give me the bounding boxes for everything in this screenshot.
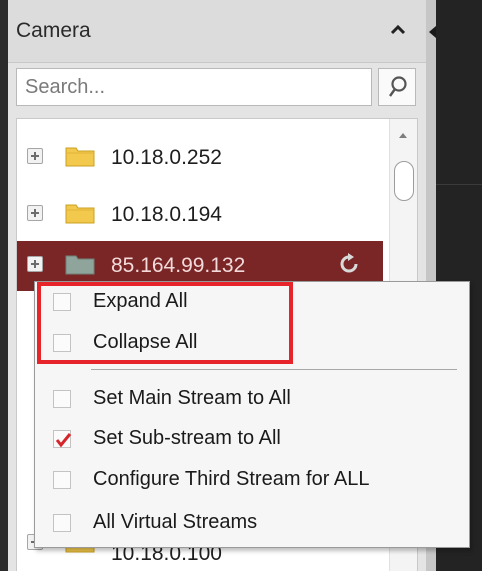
chevron-up-icon[interactable] (384, 16, 412, 44)
tree-item[interactable]: 10.18.0.252 (17, 133, 383, 183)
menu-item-label: Set Main Stream to All (93, 387, 291, 409)
menu-item-set-main-stream[interactable]: Set Main Stream to All (35, 379, 469, 419)
menu-item-label: Configure Third Stream for ALL (93, 468, 370, 490)
search-bar (16, 68, 416, 106)
menu-item-configure-third-stream[interactable]: Configure Third Stream for ALL (35, 460, 469, 500)
expand-icon[interactable] (27, 205, 43, 221)
checkmark-icon (55, 433, 72, 448)
left-frame (0, 0, 8, 571)
folder-icon (65, 147, 95, 167)
menu-item-set-sub-stream[interactable]: Set Sub-stream to All (35, 419, 469, 459)
folder-icon (65, 204, 95, 224)
checkbox[interactable] (53, 430, 72, 448)
tree-item[interactable]: 10.18.0.194 (17, 190, 383, 240)
tree-item-label: 85.164.99.132 (111, 254, 246, 277)
scroll-up-icon[interactable] (399, 133, 407, 138)
expand-icon[interactable] (27, 148, 43, 164)
menu-item-all-virtual-streams[interactable]: All Virtual Streams (35, 503, 469, 543)
collapse-panel-icon[interactable] (429, 26, 436, 38)
highlight-annotation (37, 282, 293, 364)
panel-title: Camera (16, 19, 91, 42)
panel-header: Camera (8, 0, 426, 63)
video-area-divider (436, 184, 482, 185)
tree-item-label: 10.18.0.252 (111, 146, 222, 169)
checkbox[interactable] (53, 471, 71, 489)
menu-separator (91, 369, 457, 370)
folder-icon (65, 255, 95, 275)
search-icon (389, 76, 407, 97)
menu-item-label: Set Sub-stream to All (93, 427, 281, 449)
expand-icon[interactable] (27, 256, 43, 272)
menu-item-label: All Virtual Streams (93, 511, 258, 533)
search-button[interactable] (378, 68, 416, 106)
search-input[interactable] (16, 68, 372, 106)
refresh-icon[interactable] (337, 252, 361, 276)
tree-item-label: 10.18.0.194 (111, 203, 222, 226)
checkbox[interactable] (53, 514, 71, 532)
scroll-thumb[interactable] (394, 161, 414, 201)
checkbox[interactable] (53, 390, 71, 408)
